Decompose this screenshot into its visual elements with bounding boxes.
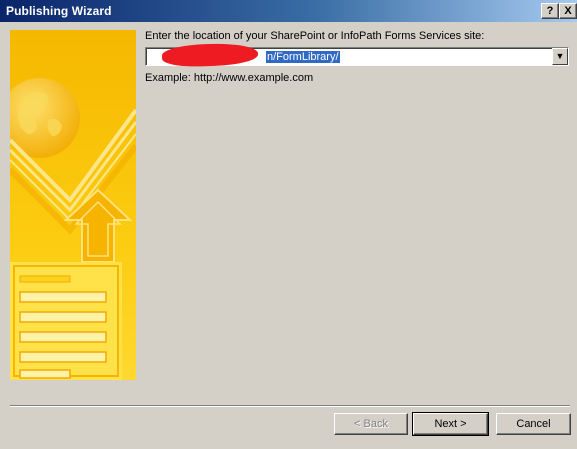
form-illustration <box>10 262 122 380</box>
help-button[interactable]: ? <box>541 3 559 19</box>
footer-divider <box>10 405 570 407</box>
site-location-combobox[interactable]: n/FormLibrary/ ▼ <box>145 42 569 68</box>
wizard-side-graphic <box>10 30 136 380</box>
window-title: Publishing Wizard <box>6 4 112 18</box>
back-button[interactable]: < Back <box>334 413 408 435</box>
next-button[interactable]: Next > <box>412 412 489 436</box>
cancel-button[interactable]: Cancel <box>496 413 571 435</box>
site-location-value: n/FormLibrary/ <box>266 51 340 63</box>
example-hint: Example: http://www.example.com <box>145 72 314 84</box>
dropdown-arrow-icon[interactable]: ▼ <box>552 48 568 65</box>
close-button[interactable]: X <box>559 3 577 19</box>
title-bar[interactable]: Publishing Wizard ? X <box>0 0 577 22</box>
location-prompt-label: Enter the location of your SharePoint or… <box>145 30 485 42</box>
publish-illustration <box>10 30 136 380</box>
